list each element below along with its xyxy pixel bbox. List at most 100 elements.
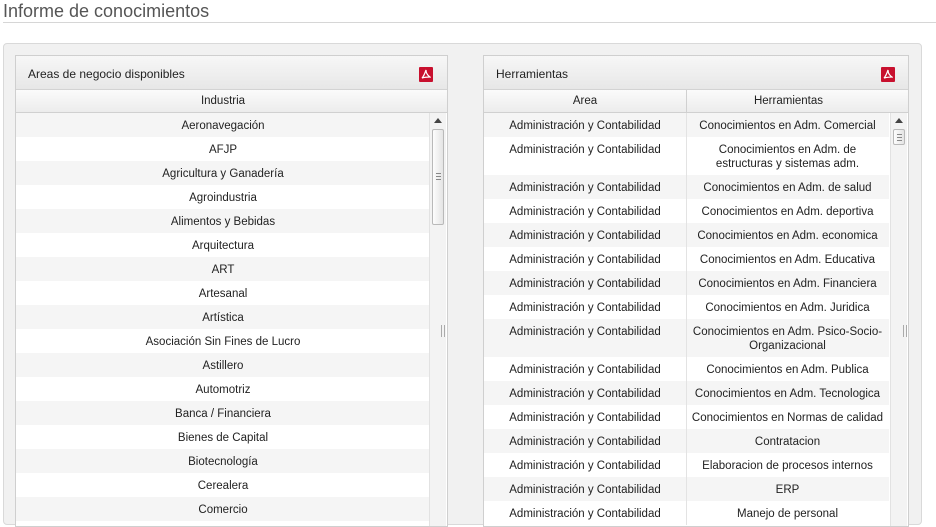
table-row[interactable]: Administración y Contabilidad Manejo de p…: [484, 501, 889, 525]
column-divider: [686, 405, 687, 429]
area-cell: Administración y Contabilidad: [509, 120, 661, 132]
industria-cell: Bienes de Capital: [177, 432, 269, 444]
table-row[interactable]: Administración y Contabilidad Conocimient…: [484, 271, 889, 295]
industria-cell: Biotecnología: [188, 456, 258, 468]
area-cell: Administración y Contabilidad: [509, 182, 661, 194]
column-divider: [686, 223, 687, 247]
table-row[interactable]: Administración y Contabilidad Elaboracion…: [484, 453, 889, 477]
industry-table: Aeronavegación AFJP Agricultura y Ganaderí…: [16, 113, 430, 521]
column-header-industria[interactable]: Industria: [16, 90, 430, 112]
column-divider: [686, 271, 687, 295]
column-divider: [686, 295, 687, 319]
area-cell: Administración y Contabilidad: [509, 412, 661, 424]
table-row[interactable]: Administración y Contabilidad Conocimient…: [484, 113, 889, 137]
table-row[interactable]: Astillero: [16, 353, 430, 377]
table-row[interactable]: Administración y Contabilidad Conocimient…: [484, 295, 889, 319]
table-row[interactable]: Automotriz: [16, 377, 430, 401]
table-row[interactable]: Alimentos y Bebidas: [16, 209, 430, 233]
table-row[interactable]: Administración y Contabilidad Conocimient…: [484, 381, 889, 405]
table-row[interactable]: Arquitectura: [16, 233, 430, 257]
area-cell: Administración y Contabilidad: [509, 278, 661, 290]
table-row[interactable]: Administración y Contabilidad Conocimient…: [484, 175, 889, 199]
herramienta-cell: Conocimientos en Adm. Juridica: [705, 302, 870, 314]
industria-cell: ART: [211, 264, 235, 276]
herramienta-cell: Conocimientos en Adm. economica: [697, 230, 878, 242]
herramienta-cell: Manejo de personal: [736, 508, 838, 520]
table-row[interactable]: Administración y Contabilidad Conocimient…: [484, 247, 889, 271]
column-divider: [686, 319, 687, 357]
area-cell: Administración y Contabilidad: [509, 484, 661, 496]
herramienta-cell: Conocimientos en Adm. Financiera: [698, 278, 877, 290]
column-divider: [686, 477, 687, 501]
vertical-scrollbar[interactable]: [429, 113, 446, 526]
panel-resize-handle[interactable]: [902, 325, 908, 337]
table-row[interactable]: Agricultura y Ganadería: [16, 161, 430, 185]
pdf-export-icon[interactable]: [881, 67, 895, 82]
industria-cell: Alimentos y Bebidas: [170, 216, 276, 228]
area-cell: Administración y Contabilidad: [509, 302, 661, 314]
panel-resize-handle[interactable]: [440, 325, 446, 337]
panel-header: Areas de negocio disponibles: [16, 56, 447, 90]
table-row[interactable]: Administración y Contabilidad Conocimient…: [484, 357, 889, 381]
herramienta-cell: Conocimientos en Adm. deportiva: [701, 206, 874, 218]
scrollbar-thumb[interactable]: [432, 129, 444, 225]
area-cell: Administración y Contabilidad: [509, 364, 661, 376]
column-header-area[interactable]: Area: [484, 90, 686, 112]
table-row[interactable]: Bienes de Capital: [16, 425, 430, 449]
column-divider: [686, 501, 687, 525]
area-cell: Administración y Contabilidad: [509, 326, 661, 338]
herramienta-cell: Contratacion: [754, 436, 821, 448]
table-row[interactable]: Artística: [16, 305, 430, 329]
column-divider: [686, 113, 687, 137]
table-row[interactable]: Administración y Contabilidad Conocimient…: [484, 199, 889, 223]
table-row[interactable]: Asociación Sin Fines de Lucro: [16, 329, 430, 353]
panel-title: Herramientas: [496, 67, 569, 81]
table-row[interactable]: Agroindustria: [16, 185, 430, 209]
table-row[interactable]: Administración y Contabilidad Conocimient…: [484, 319, 889, 357]
table-header: Industria: [16, 90, 447, 113]
table-header: Area Herramientas: [484, 90, 908, 113]
industria-cell: Cerealera: [197, 480, 249, 492]
table-row[interactable]: Administración y Contabilidad Conocimient…: [484, 137, 889, 175]
industria-cell: Asociación Sin Fines de Lucro: [145, 336, 301, 348]
herramienta-cell: Conocimientos en Adm. de salud: [703, 182, 872, 194]
page-title: Informe de conocimientos: [3, 0, 936, 23]
scroll-up-arrow-icon[interactable]: [434, 118, 442, 123]
column-divider: [686, 247, 687, 271]
area-cell: Administración y Contabilidad: [509, 254, 661, 266]
table-row[interactable]: Administración y Contabilidad Contratacio…: [484, 429, 889, 453]
industria-cell: Comercio: [198, 504, 248, 516]
table-row[interactable]: Banca / Financiera: [16, 401, 430, 425]
table-row[interactable]: Comercio: [16, 497, 430, 521]
scroll-up-arrow-icon[interactable]: [895, 118, 903, 123]
column-header-herramientas[interactable]: Herramientas: [686, 90, 890, 112]
herramienta-cell: ERP: [775, 484, 800, 496]
table-row[interactable]: Administración y Contabilidad ERP: [484, 477, 889, 501]
herramienta-cell: Conocimientos en Adm. de estructuras y s…: [715, 144, 860, 170]
table-row[interactable]: Administración y Contabilidad Conocimient…: [484, 223, 889, 247]
herramienta-cell: Elaboracion de procesos internos: [702, 460, 873, 472]
table-row[interactable]: Artesanal: [16, 281, 430, 305]
area-cell: Administración y Contabilidad: [509, 144, 661, 156]
table-row[interactable]: Administración y Contabilidad Conocimient…: [484, 405, 889, 429]
table-row[interactable]: ART: [16, 257, 430, 281]
table-row[interactable]: AFJP: [16, 137, 430, 161]
herramienta-cell: Conocimientos en Normas de calidad: [691, 412, 884, 424]
industria-cell: AFJP: [208, 144, 238, 156]
industria-cell: Banca / Financiera: [175, 408, 271, 420]
industria-cell: Arquitectura: [191, 240, 254, 252]
column-divider: [686, 429, 687, 453]
panel-title: Areas de negocio disponibles: [28, 67, 185, 81]
herramienta-cell: Conocimientos en Adm. Comercial: [699, 120, 876, 132]
table-row[interactable]: Biotecnología: [16, 449, 430, 473]
column-divider: [686, 175, 687, 199]
vertical-scrollbar[interactable]: [890, 113, 907, 526]
table-row[interactable]: Aeronavegación: [16, 113, 430, 137]
area-cell: Administración y Contabilidad: [509, 230, 661, 242]
scrollbar-thumb[interactable]: [893, 129, 905, 145]
column-divider: [686, 199, 687, 223]
column-divider: [686, 453, 687, 477]
column-divider: [686, 137, 687, 175]
table-row[interactable]: Cerealera: [16, 473, 430, 497]
pdf-export-icon[interactable]: [419, 67, 433, 82]
